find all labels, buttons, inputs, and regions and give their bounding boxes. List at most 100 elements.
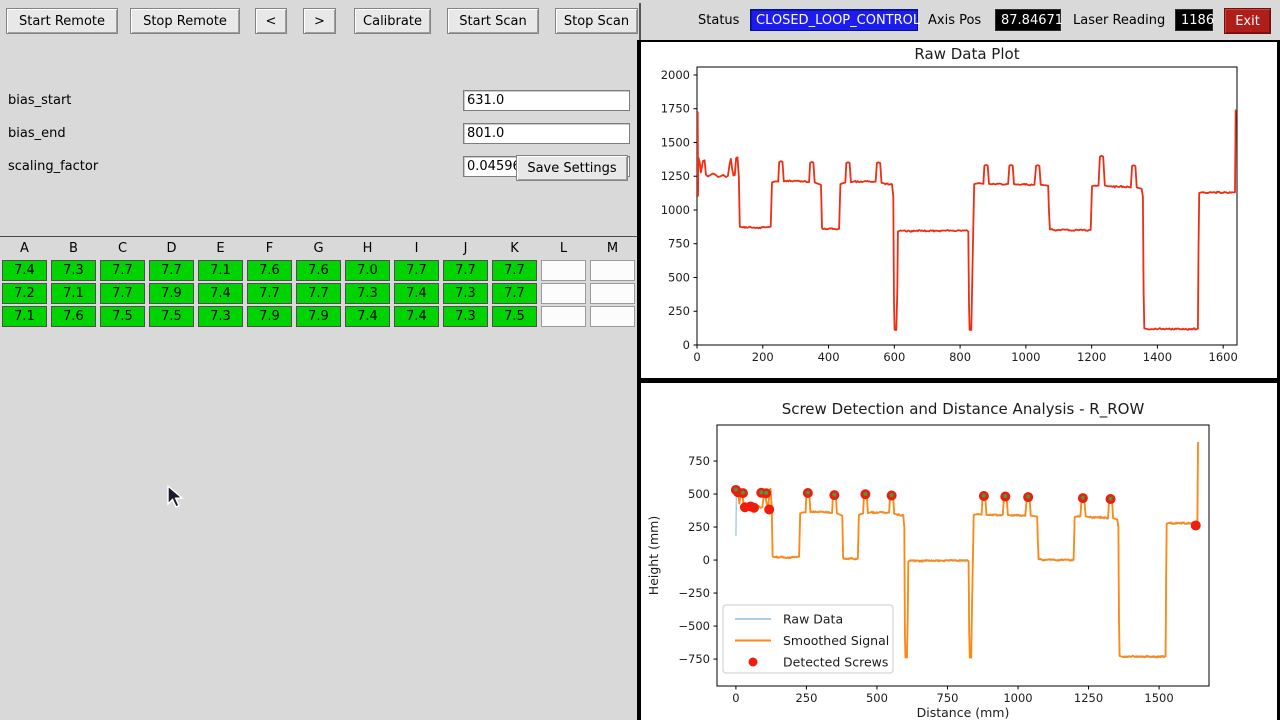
jog-right-button[interactable]: > — [303, 8, 336, 34]
grid-column-header: I — [392, 237, 441, 259]
grid-cell[interactable]: 7.7 — [394, 260, 439, 281]
bias-end-field[interactable] — [463, 123, 630, 144]
grid-cell[interactable]: 7.7 — [100, 260, 145, 281]
grid-header-row: ABCDEFGHIJKLM — [0, 237, 637, 259]
grid-cell[interactable]: 7.4 — [2, 260, 47, 281]
raw-data-figure: Raw Data Plot020040060080010001200140016… — [641, 42, 1277, 378]
grid-cell[interactable] — [541, 306, 586, 327]
peak-marker — [734, 488, 738, 492]
svg-text:1000: 1000 — [1003, 691, 1032, 705]
detected-screw-marker — [764, 504, 774, 514]
svg-text:250: 250 — [795, 691, 817, 705]
grid-cell[interactable]: 7.7 — [492, 260, 537, 281]
grid-cell[interactable]: 7.4 — [394, 306, 439, 327]
bias-start-field[interactable] — [463, 90, 630, 111]
table-row: 7.47.37.77.77.17.67.67.07.77.77.7 — [0, 259, 637, 282]
svg-text:0: 0 — [693, 350, 700, 364]
axis-pos-label: Axis Pos — [928, 13, 981, 28]
grid-cell[interactable]: 7.6 — [51, 306, 96, 327]
grid-cell[interactable] — [590, 260, 635, 281]
status-value: CLOSED_LOOP_CONTROL — [750, 9, 918, 31]
grid-cell[interactable]: 7.5 — [100, 306, 145, 327]
start-remote-button[interactable]: Start Remote — [6, 8, 118, 34]
grid-cell[interactable]: 7.3 — [198, 306, 243, 327]
grid-cell[interactable]: 7.5 — [492, 306, 537, 327]
svg-text:500: 500 — [688, 487, 710, 501]
grid-cell[interactable] — [590, 306, 635, 327]
table-row: 7.17.67.57.57.37.97.97.47.47.37.5 — [0, 305, 637, 328]
stop-scan-button[interactable]: Stop Scan — [555, 8, 638, 34]
svg-text:1250: 1250 — [1074, 691, 1103, 705]
svg-text:0: 0 — [703, 553, 710, 567]
grid-cell[interactable]: 7.4 — [345, 306, 390, 327]
peak-marker — [863, 492, 867, 496]
start-scan-button[interactable]: Start Scan — [447, 8, 539, 34]
jog-left-button[interactable]: < — [255, 8, 287, 34]
laser-reading-label: Laser Reading — [1073, 13, 1165, 28]
grid-cell[interactable]: 7.3 — [443, 283, 488, 304]
grid-cell[interactable] — [541, 283, 586, 304]
grid-cell[interactable]: 7.2 — [2, 283, 47, 304]
peak-marker — [1109, 497, 1113, 501]
table-row: 7.27.17.77.97.47.77.77.37.47.37.7 — [0, 282, 637, 305]
grid-cell[interactable]: 7.4 — [198, 283, 243, 304]
grid-column-header: K — [490, 237, 539, 259]
svg-text:1400: 1400 — [1143, 350, 1172, 364]
screw-detection-plot: Screw Detection and Distance Analysis - … — [641, 383, 1277, 720]
charts-pane: Raw Data Plot020040060080010001200140016… — [637, 40, 1280, 720]
grid-cell[interactable]: 7.1 — [51, 283, 96, 304]
grid-cell[interactable]: 7.3 — [345, 283, 390, 304]
svg-text:−250: −250 — [678, 586, 710, 600]
grid-cell[interactable] — [590, 283, 635, 304]
svg-text:Smoothed Signal: Smoothed Signal — [783, 633, 889, 648]
grid-cell[interactable]: 7.9 — [296, 306, 341, 327]
grid-cell[interactable]: 7.6 — [247, 260, 292, 281]
grid-cell[interactable]: 7.7 — [100, 283, 145, 304]
grid-cell[interactable]: 7.1 — [2, 306, 47, 327]
measurement-grid: ABCDEFGHIJKLM 7.47.37.77.77.17.67.67.07.… — [0, 236, 637, 328]
peak-marker — [832, 493, 836, 497]
svg-text:1000: 1000 — [1011, 350, 1040, 364]
grid-column-header: J — [441, 237, 490, 259]
grid-cell[interactable]: 7.7 — [247, 283, 292, 304]
grid-cell[interactable] — [541, 260, 586, 281]
peak-marker — [1026, 495, 1030, 499]
grid-cell[interactable]: 7.9 — [149, 283, 194, 304]
exit-button[interactable]: Exit — [1224, 8, 1271, 34]
detected-screw-marker — [749, 503, 759, 513]
grid-cell[interactable]: 7.5 — [149, 306, 194, 327]
grid-cell[interactable]: 7.0 — [345, 260, 390, 281]
stop-remote-button[interactable]: Stop Remote — [130, 8, 240, 34]
grid-cell[interactable]: 7.3 — [51, 260, 96, 281]
peak-marker — [1003, 494, 1007, 498]
grid-cell[interactable]: 7.7 — [492, 283, 537, 304]
grid-column-header: G — [294, 237, 343, 259]
grid-column-header: B — [49, 237, 98, 259]
grid-cell[interactable]: 7.4 — [394, 283, 439, 304]
grid-cell[interactable]: 7.6 — [296, 260, 341, 281]
laser-reading-value: 1186 — [1175, 9, 1213, 31]
mouse-cursor — [167, 485, 185, 511]
toolbar-panel-divider — [639, 3, 641, 40]
svg-text:Height (mm): Height (mm) — [646, 516, 661, 595]
grid-cell[interactable]: 7.3 — [443, 306, 488, 327]
bias-start-label: bias_start — [8, 93, 71, 108]
grid-column-header: E — [196, 237, 245, 259]
svg-text:0: 0 — [683, 338, 690, 352]
grid-cell[interactable]: 7.7 — [443, 260, 488, 281]
grid-column-header: A — [0, 237, 49, 259]
svg-text:750: 750 — [688, 454, 710, 468]
svg-text:1600: 1600 — [1209, 350, 1238, 364]
svg-text:250: 250 — [668, 304, 690, 318]
grid-cell[interactable]: 7.7 — [296, 283, 341, 304]
peak-marker — [806, 491, 810, 495]
detected-screw-marker — [1191, 520, 1201, 530]
save-settings-button[interactable]: Save Settings — [516, 155, 628, 181]
calibrate-button[interactable]: Calibrate — [354, 8, 431, 34]
grid-cell[interactable]: 7.1 — [198, 260, 243, 281]
grid-cell[interactable]: 7.7 — [149, 260, 194, 281]
grid-cell[interactable]: 7.9 — [247, 306, 292, 327]
svg-text:1200: 1200 — [1077, 350, 1106, 364]
svg-text:1750: 1750 — [661, 102, 690, 116]
svg-text:200: 200 — [752, 350, 774, 364]
